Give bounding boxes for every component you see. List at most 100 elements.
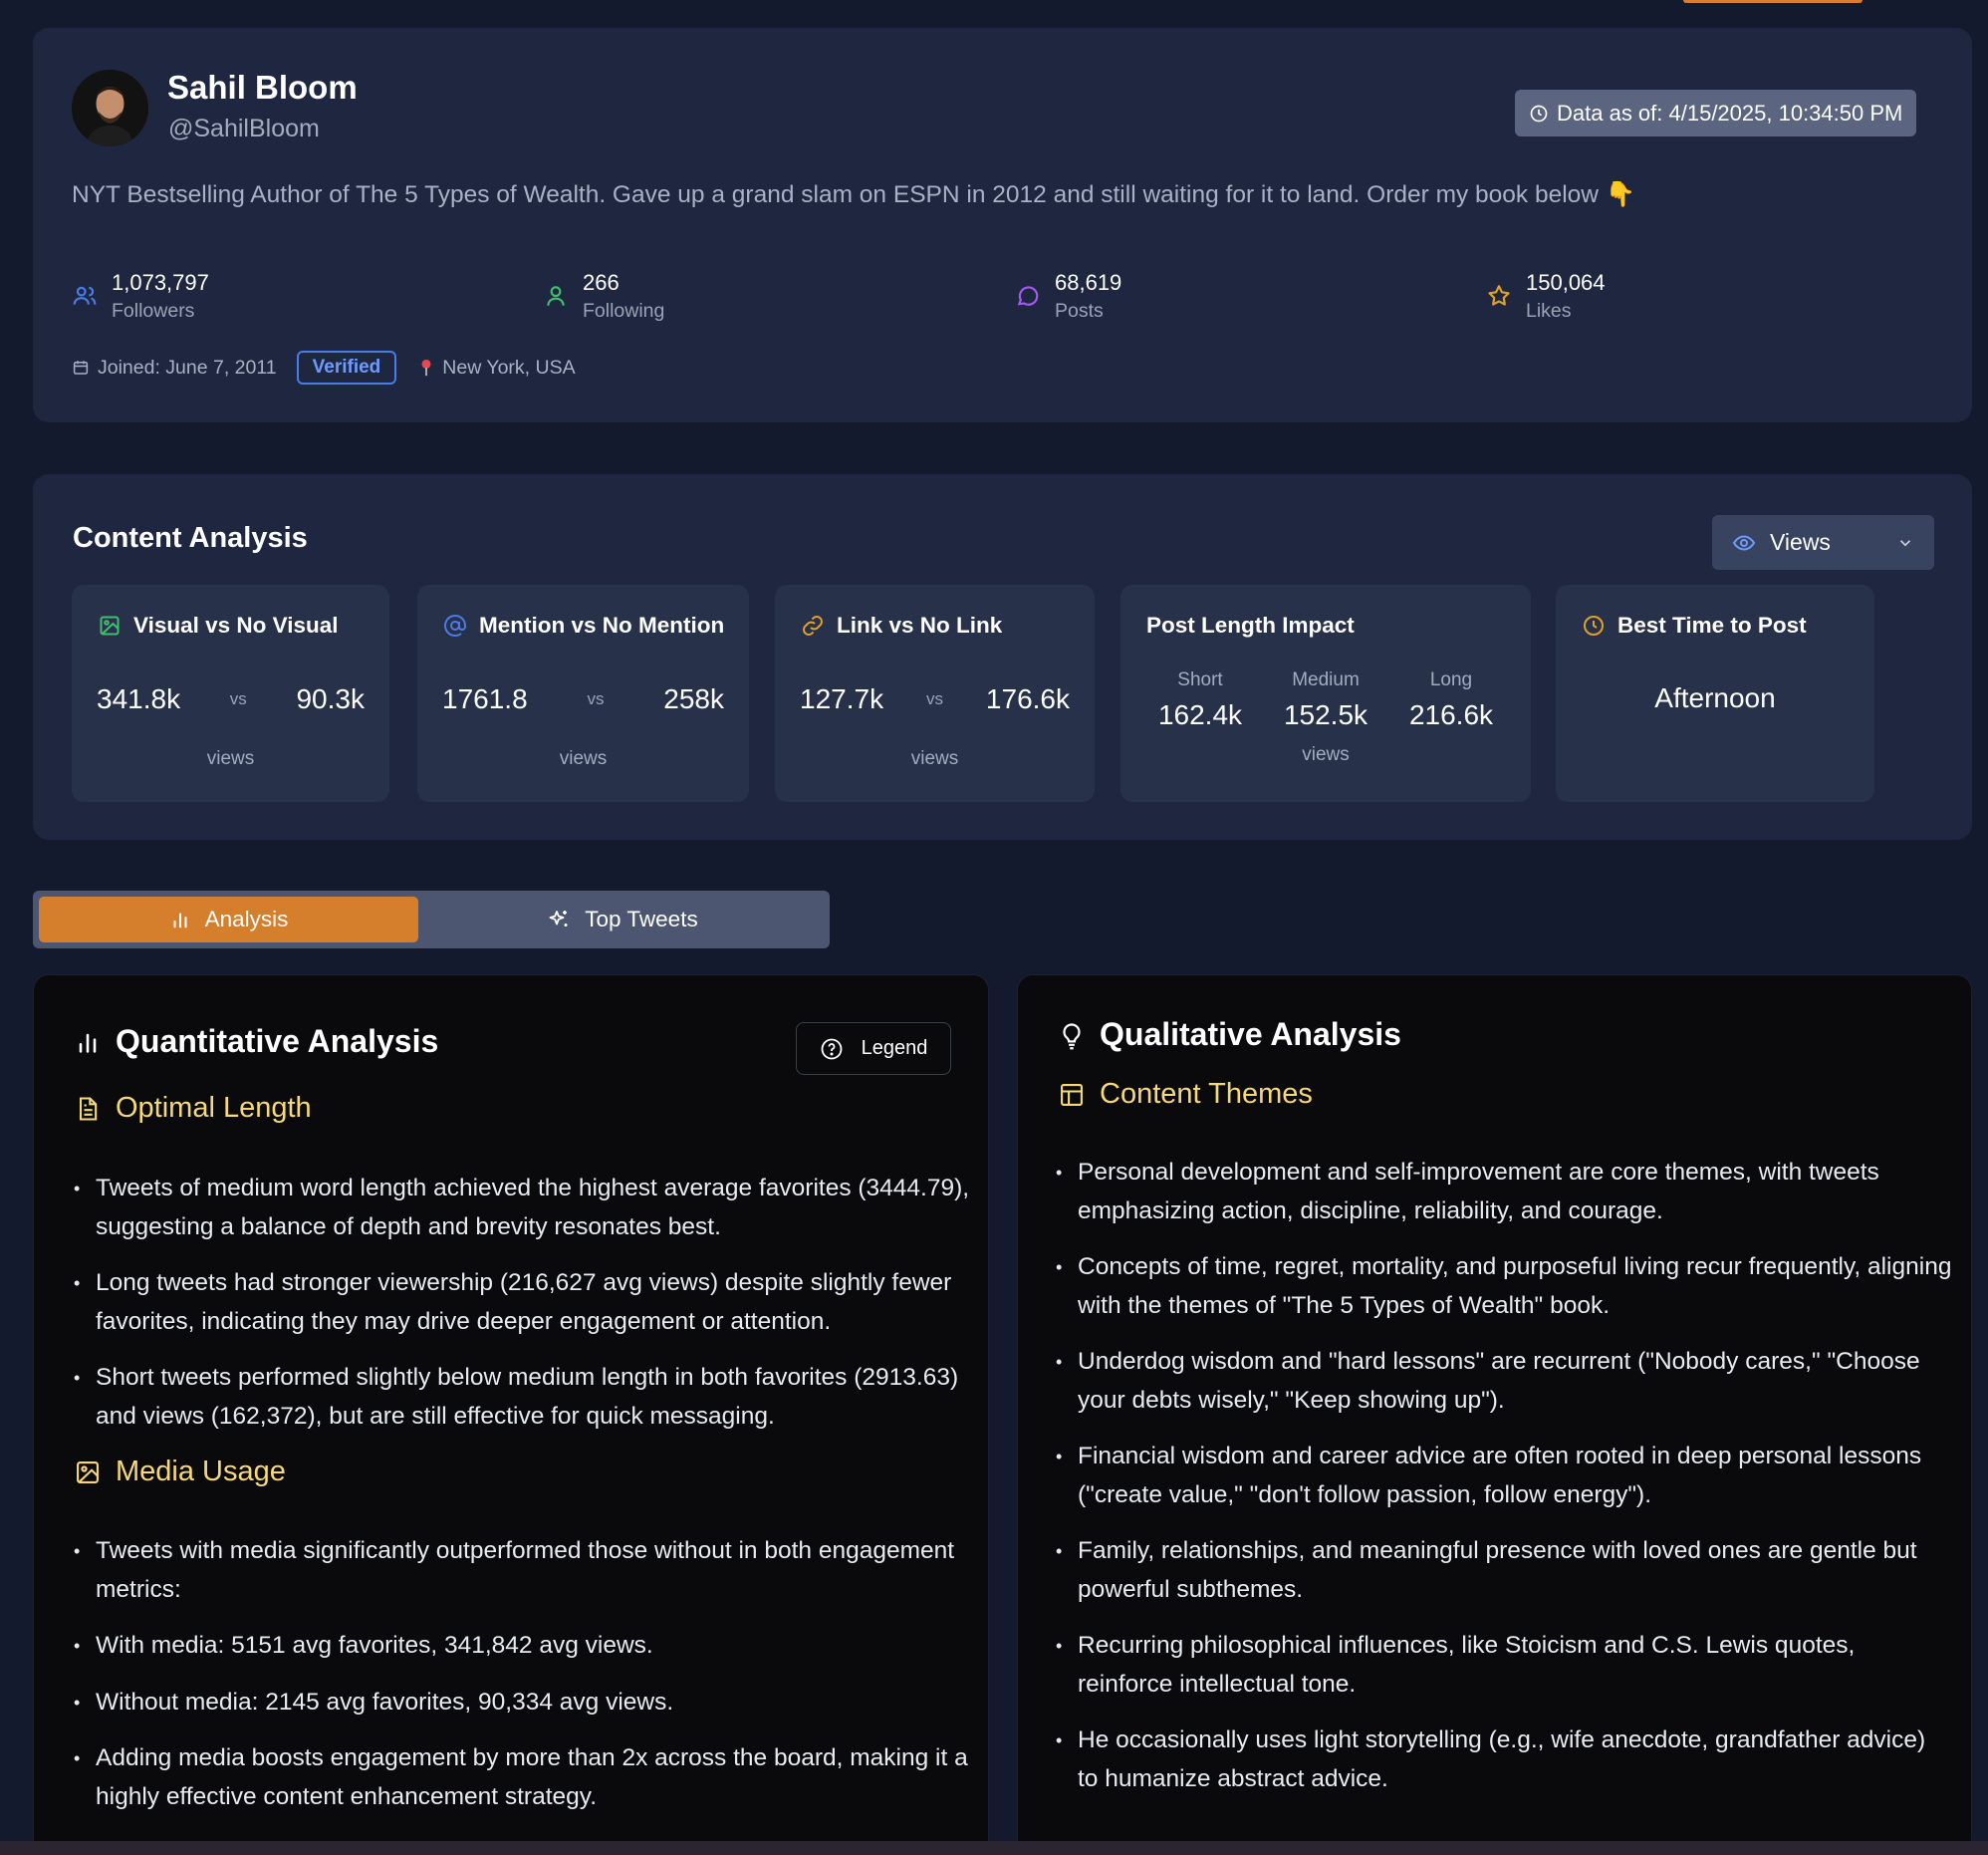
panel-title-text: Quantitative Analysis (116, 1023, 439, 1059)
list-item: Recurring philosophical influences, like… (1056, 1627, 1952, 1704)
metric-unit: views (1302, 744, 1350, 765)
metric-card-title: Link vs No Link (837, 613, 1003, 638)
tab-label: Analysis (204, 907, 289, 931)
post-length-label: Long (1429, 669, 1473, 690)
stat-label: Likes (1526, 300, 1572, 322)
list-item: Tweets of medium word length achieved th… (74, 1170, 970, 1246)
profile-name: Sahil Bloom (167, 69, 358, 106)
content-themes-list: Personal development and self-improvemen… (1056, 1154, 1952, 1816)
bottom-scroll-bar[interactable] (0, 1841, 1988, 1855)
document-icon (79, 1096, 98, 1121)
stat-following[interactable]: 266 Following (543, 269, 664, 325)
optimal-length-list: Tweets of medium word length achieved th… (74, 1170, 970, 1454)
section-heading-text: Content Themes (1100, 1078, 1313, 1110)
section-heading-content-themes: Content Themes (1058, 1078, 1313, 1111)
post-length-label: Medium (1292, 669, 1360, 690)
list-item: Personal development and self-improvemen… (1056, 1154, 1952, 1230)
tab-top-tweets[interactable]: Top Tweets (421, 897, 824, 942)
pin-icon (421, 359, 431, 377)
post-length-short: Short 162.4k (1150, 669, 1250, 731)
bar-chart-icon (173, 913, 187, 928)
profile-handle: @SahilBloom (168, 115, 320, 142)
top-accent-bar (1683, 0, 1863, 3)
stat-label: Following (583, 300, 665, 322)
best-time-value: Afternoon (1654, 682, 1776, 713)
stat-value: 1,073,797 (112, 270, 209, 295)
section-heading-text: Optimal Length (116, 1092, 312, 1124)
metric-card-title: Post Length Impact (1146, 613, 1355, 638)
post-length-long: Long 216.6k (1401, 669, 1501, 731)
avatar[interactable] (72, 70, 148, 146)
metric-unit: views (206, 748, 255, 769)
list-item: Family, relationships, and meaningful pr… (1056, 1532, 1952, 1609)
verified-badge: Verified (296, 351, 397, 385)
content-analysis-card: Content Analysis Views Visual vs No Visu… (33, 474, 1972, 840)
qualitative-panel: Qualitative Analysis Content Themes Pers… (1017, 974, 1972, 1855)
metric-card-post-length: Post Length Impact Short 162.4k Medium 1… (1120, 585, 1531, 802)
media-usage-list: Tweets with media significantly outperfo… (74, 1532, 970, 1834)
metric-unit: views (559, 748, 608, 769)
stat-likes[interactable]: 150,064 Likes (1486, 269, 1606, 325)
content-analysis-title: Content Analysis (73, 522, 308, 554)
stat-label: Followers (112, 300, 195, 322)
section-heading-media-usage: Media Usage (74, 1456, 286, 1488)
location: New York, USA (418, 356, 576, 380)
users-icon (73, 286, 97, 305)
list-item: Long tweets had stronger viewership (216… (74, 1264, 970, 1341)
sparkles-icon (549, 911, 568, 927)
vs-label: vs (229, 689, 247, 708)
metric-card-mention: Mention vs No Mention 1761.8 vs 258k vie… (417, 585, 749, 802)
image-icon (100, 616, 120, 636)
metric-value-b: 90.3k (296, 683, 365, 714)
bar-chart-icon (79, 1033, 97, 1053)
location-text: New York, USA (442, 356, 576, 379)
list-item: Financial wisdom and career advice are o… (1056, 1438, 1952, 1514)
eye-icon (1732, 534, 1756, 551)
image-icon (77, 1460, 99, 1483)
metric-value-b: 258k (663, 683, 724, 714)
lightbulb-icon (1063, 1022, 1081, 1049)
layout-icon (1061, 1083, 1083, 1106)
metric-card-best-time: Best Time to Post Afternoon (1556, 585, 1874, 802)
joined-date: Joined: June 7, 2011 (72, 357, 277, 380)
quantitative-title: Quantitative Analysis (74, 1023, 438, 1060)
metric-card-visual: Visual vs No Visual 341.8k vs 90.3k view… (72, 585, 389, 802)
stat-posts[interactable]: 68,619 Posts (1015, 269, 1121, 325)
metric-value-a: 127.7k (800, 683, 884, 714)
quantitative-panel: Quantitative Analysis Legend Optimal Len… (33, 974, 989, 1855)
metric-unit: views (910, 748, 959, 769)
profile-meta: Joined: June 7, 2011 Verified New York, … (72, 351, 576, 385)
stat-followers[interactable]: 1,073,797 Followers (72, 269, 209, 325)
user-icon (547, 286, 565, 306)
star-icon (1488, 285, 1510, 306)
help-circle-icon (821, 1038, 843, 1059)
qualitative-title: Qualitative Analysis (1058, 1016, 1401, 1053)
metric-card-link: Link vs No Link 127.7k vs 176.6k views (775, 585, 1095, 802)
list-item: Without media: 2145 avg favorites, 90,33… (74, 1684, 970, 1722)
vs-label: vs (587, 689, 605, 708)
stat-value: 68,619 (1055, 270, 1122, 295)
metric-select[interactable]: Views (1712, 515, 1934, 570)
panel-title-text: Qualitative Analysis (1100, 1016, 1401, 1052)
post-length-value: 216.6k (1408, 699, 1494, 730)
post-length-value: 162.4k (1157, 699, 1243, 730)
metric-card-title: Visual vs No Visual (133, 613, 339, 638)
list-item: Adding media boosts engagement by more t… (74, 1739, 970, 1816)
list-item: He occasionally uses light storytelling … (1056, 1722, 1952, 1798)
link-icon (803, 616, 823, 636)
list-item: Underdog wisdom and "hard lessons" are r… (1056, 1343, 1952, 1420)
tab-analysis[interactable]: Analysis (39, 897, 418, 942)
legend-label: Legend (861, 1037, 928, 1059)
legend-button[interactable]: Legend (796, 1022, 951, 1075)
list-item: Concepts of time, regret, mortality, and… (1056, 1248, 1952, 1325)
metric-card-title: Best Time to Post (1617, 613, 1807, 638)
calendar-icon (73, 361, 89, 375)
list-item: Short tweets performed slightly below me… (74, 1359, 970, 1436)
metric-value-a: 341.8k (97, 683, 181, 714)
metric-value-a: 1761.8 (442, 683, 528, 714)
tab-label: Top Tweets (585, 907, 698, 931)
view-tabs: Analysis Top Tweets (33, 891, 830, 948)
post-length-value: 152.5k (1283, 699, 1368, 730)
list-item: With media: 5151 avg favorites, 341,842 … (74, 1627, 970, 1666)
profile-bio: NYT Bestselling Author of The 5 Types of… (72, 181, 1636, 208)
